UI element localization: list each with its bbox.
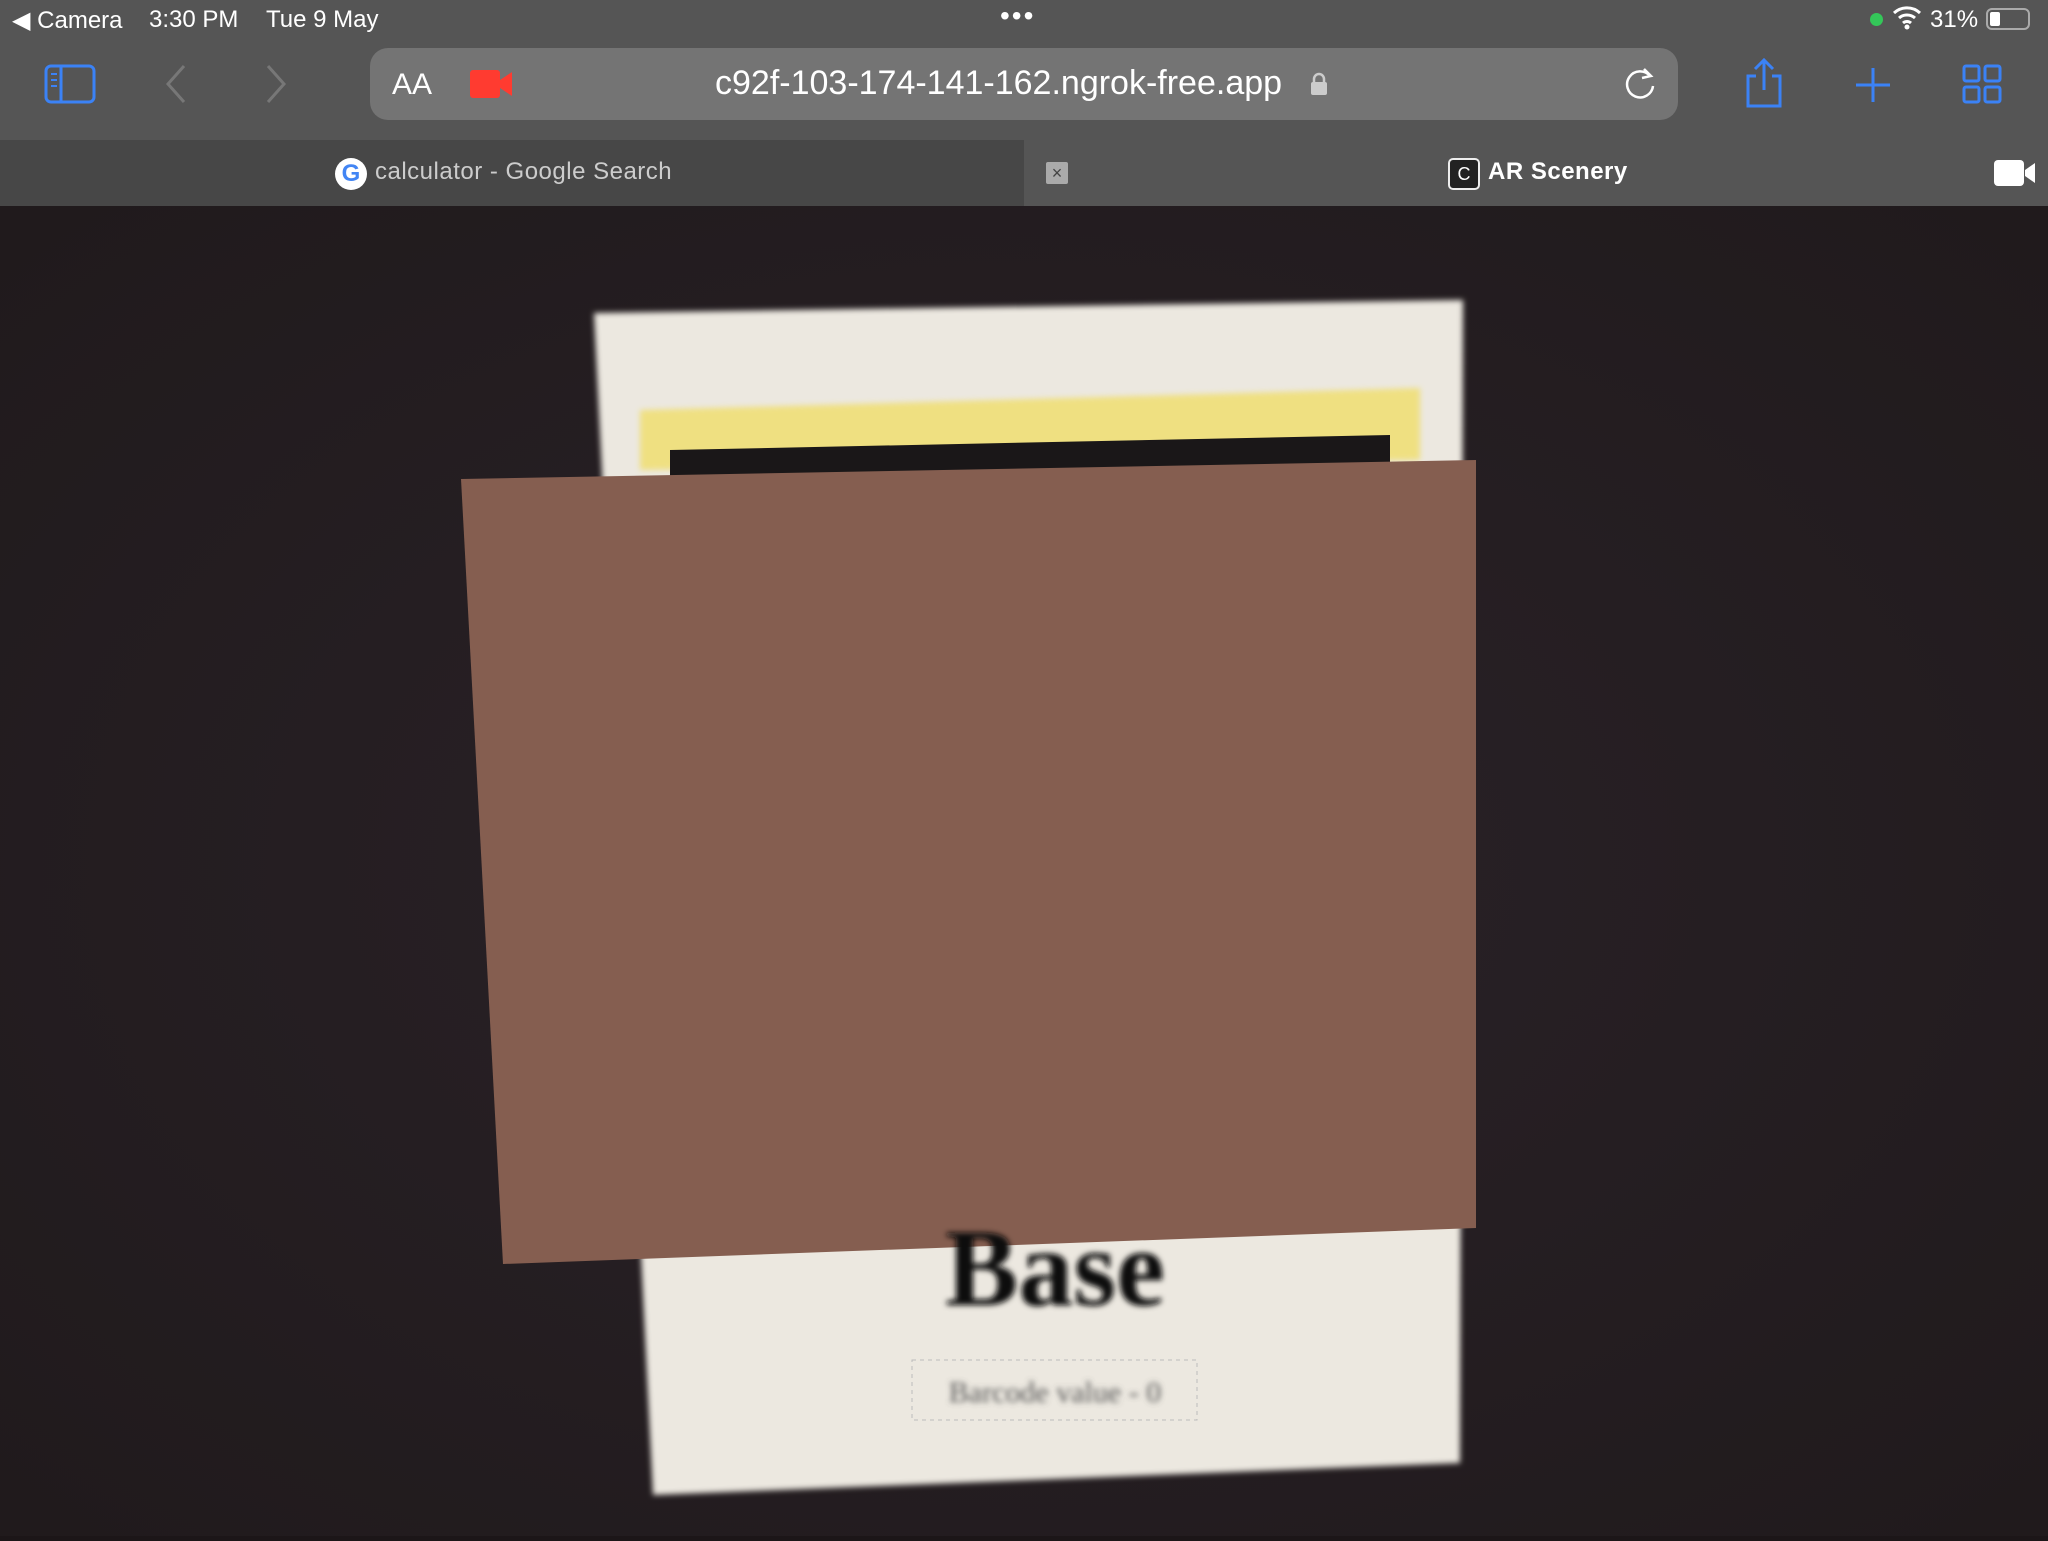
ar-overlay-plane (461, 460, 1476, 1264)
sidebar-toggle-icon[interactable] (44, 64, 96, 109)
lock-icon (1310, 72, 1328, 101)
close-tab-icon[interactable]: × (1046, 162, 1068, 184)
tab-title: calculator - Google Search (375, 158, 673, 185)
tab-overview-icon[interactable] (1962, 64, 2002, 109)
barcode-label: Barcode value - 0 (949, 1376, 1161, 1409)
back-chevron-icon[interactable] (164, 64, 188, 109)
tab-calculator[interactable]: G calculator - Google Search (0, 140, 1024, 206)
new-tab-plus-icon[interactable] (1854, 66, 1892, 109)
text-size-button[interactable]: AA (392, 68, 432, 102)
video-camera-icon[interactable] (1994, 160, 2036, 191)
tab-bar: G calculator - Google Search × C AR Scen… (0, 140, 2048, 206)
time: 3:30 PM (149, 6, 239, 33)
tab-title: AR Scenery (1488, 158, 1628, 185)
recording-camera-icon[interactable] (470, 70, 514, 103)
browser-toolbar: AA c92f-103-174-141-162.ngrok-free.app (0, 40, 2048, 140)
wifi-icon (1892, 4, 1922, 37)
date: Tue 9 May (266, 6, 379, 33)
share-icon[interactable] (1744, 57, 1784, 113)
multitasking-dots-icon[interactable]: ••• (1000, 0, 1035, 32)
c-favicon-icon: C (1448, 158, 1480, 190)
status-bar: ◀ Camera 3:30 PM Tue 9 May ••• 31% (0, 0, 2048, 40)
camera-indicator-icon (1870, 13, 1883, 26)
back-to-app[interactable]: ◀ Camera (12, 6, 123, 35)
forward-chevron-icon[interactable] (264, 64, 288, 109)
address-bar[interactable]: AA c92f-103-174-141-162.ngrok-free.app (370, 48, 1678, 120)
camera-feed: Base Barcode value - 0 (0, 206, 2048, 1536)
back-triangle-icon: ◀ (12, 7, 31, 34)
battery-icon (1986, 8, 2030, 30)
google-favicon-icon: G (335, 158, 367, 190)
marker-title: Base (945, 1207, 1165, 1329)
reload-icon[interactable] (1622, 66, 1658, 107)
url-text[interactable]: c92f-103-174-141-162.ngrok-free.app (715, 64, 1282, 103)
battery-percent: 31% (1930, 6, 1979, 33)
